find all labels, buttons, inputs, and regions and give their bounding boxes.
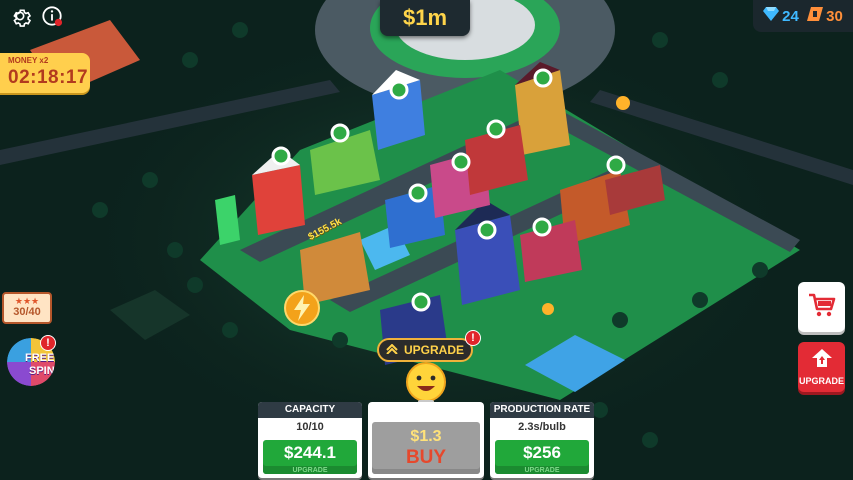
production-upgrade-caption: UPGRADE [524, 467, 560, 474]
capacity-value: 10/10 [296, 421, 324, 433]
buy-label: BUY [405, 447, 447, 468]
spin-alert-badge: ! [40, 335, 56, 351]
boost-time: 02:18:17 [8, 67, 89, 88]
free-spin-label-2: SPIN [29, 365, 55, 377]
ticket-counter[interactable]: 30 [807, 7, 843, 25]
capacity-panel: CAPACITY 10/10 $244.1 UPGRADE [258, 402, 362, 478]
currency-panel: 24 30 [753, 0, 853, 32]
stars-icon: ★★★ [14, 296, 40, 306]
info-icon [41, 5, 63, 32]
capacity-upgrade-button[interactable]: $244.1 UPGRADE [263, 440, 357, 474]
chevron-up-icon [386, 343, 398, 357]
info-button[interactable] [40, 5, 64, 32]
money-display: $1m [380, 0, 470, 36]
capacity-upgrade-caption: UPGRADE [292, 467, 328, 474]
production-upgrade-button[interactable]: $256 UPGRADE [495, 440, 589, 474]
building-upgrade-pill[interactable]: UPGRADE [377, 338, 473, 362]
ticket-count: 30 [826, 7, 843, 25]
capacity-title: CAPACITY [258, 402, 362, 418]
upgrade-menu-label: UPGRADE [798, 376, 844, 386]
lightning-boost-button[interactable] [284, 289, 320, 331]
upgrade-alert-badge: ! [465, 330, 481, 346]
lightning-icon [284, 289, 320, 331]
building-upgrade-label: UPGRADE [403, 343, 464, 357]
gem-counter[interactable]: 24 [763, 7, 799, 25]
buy-panel: $1.3 BUY [368, 402, 484, 478]
gem-count: 24 [782, 7, 799, 25]
production-panel: PRODUCTION RATE 2.3s/bulb $256 UPGRADE [490, 402, 594, 478]
buy-price: $1.3 [410, 428, 442, 445]
capacity-price: $244.1 [284, 443, 336, 462]
alert-mark: ! [46, 337, 50, 349]
production-value: 2.3s/bulb [518, 421, 566, 433]
diamond-icon [763, 7, 780, 25]
boost-label: MONEY x2 [8, 56, 49, 65]
production-title: PRODUCTION RATE [490, 402, 594, 418]
shop-button[interactable] [798, 282, 845, 332]
buy-button[interactable]: $1.3 BUY [372, 422, 480, 474]
settings-button[interactable] [8, 6, 32, 30]
alert-mark: ! [471, 332, 475, 344]
production-price: $256 [523, 443, 561, 462]
ticket-icon [807, 7, 824, 25]
house-arrow-icon [811, 348, 833, 375]
ticket-progress-value: 30/40 [13, 306, 41, 318]
gear-icon [9, 5, 32, 32]
money-value: $1m [402, 5, 448, 30]
upgrade-menu-button[interactable]: UPGRADE [798, 342, 845, 392]
ticket-progress-button[interactable]: ★★★ 30/40 [2, 292, 52, 324]
money-boost-timer[interactable]: MONEY x2 02:18:17 [0, 53, 90, 93]
free-spin-label-1: FREE [25, 352, 55, 364]
cart-icon [807, 292, 837, 323]
